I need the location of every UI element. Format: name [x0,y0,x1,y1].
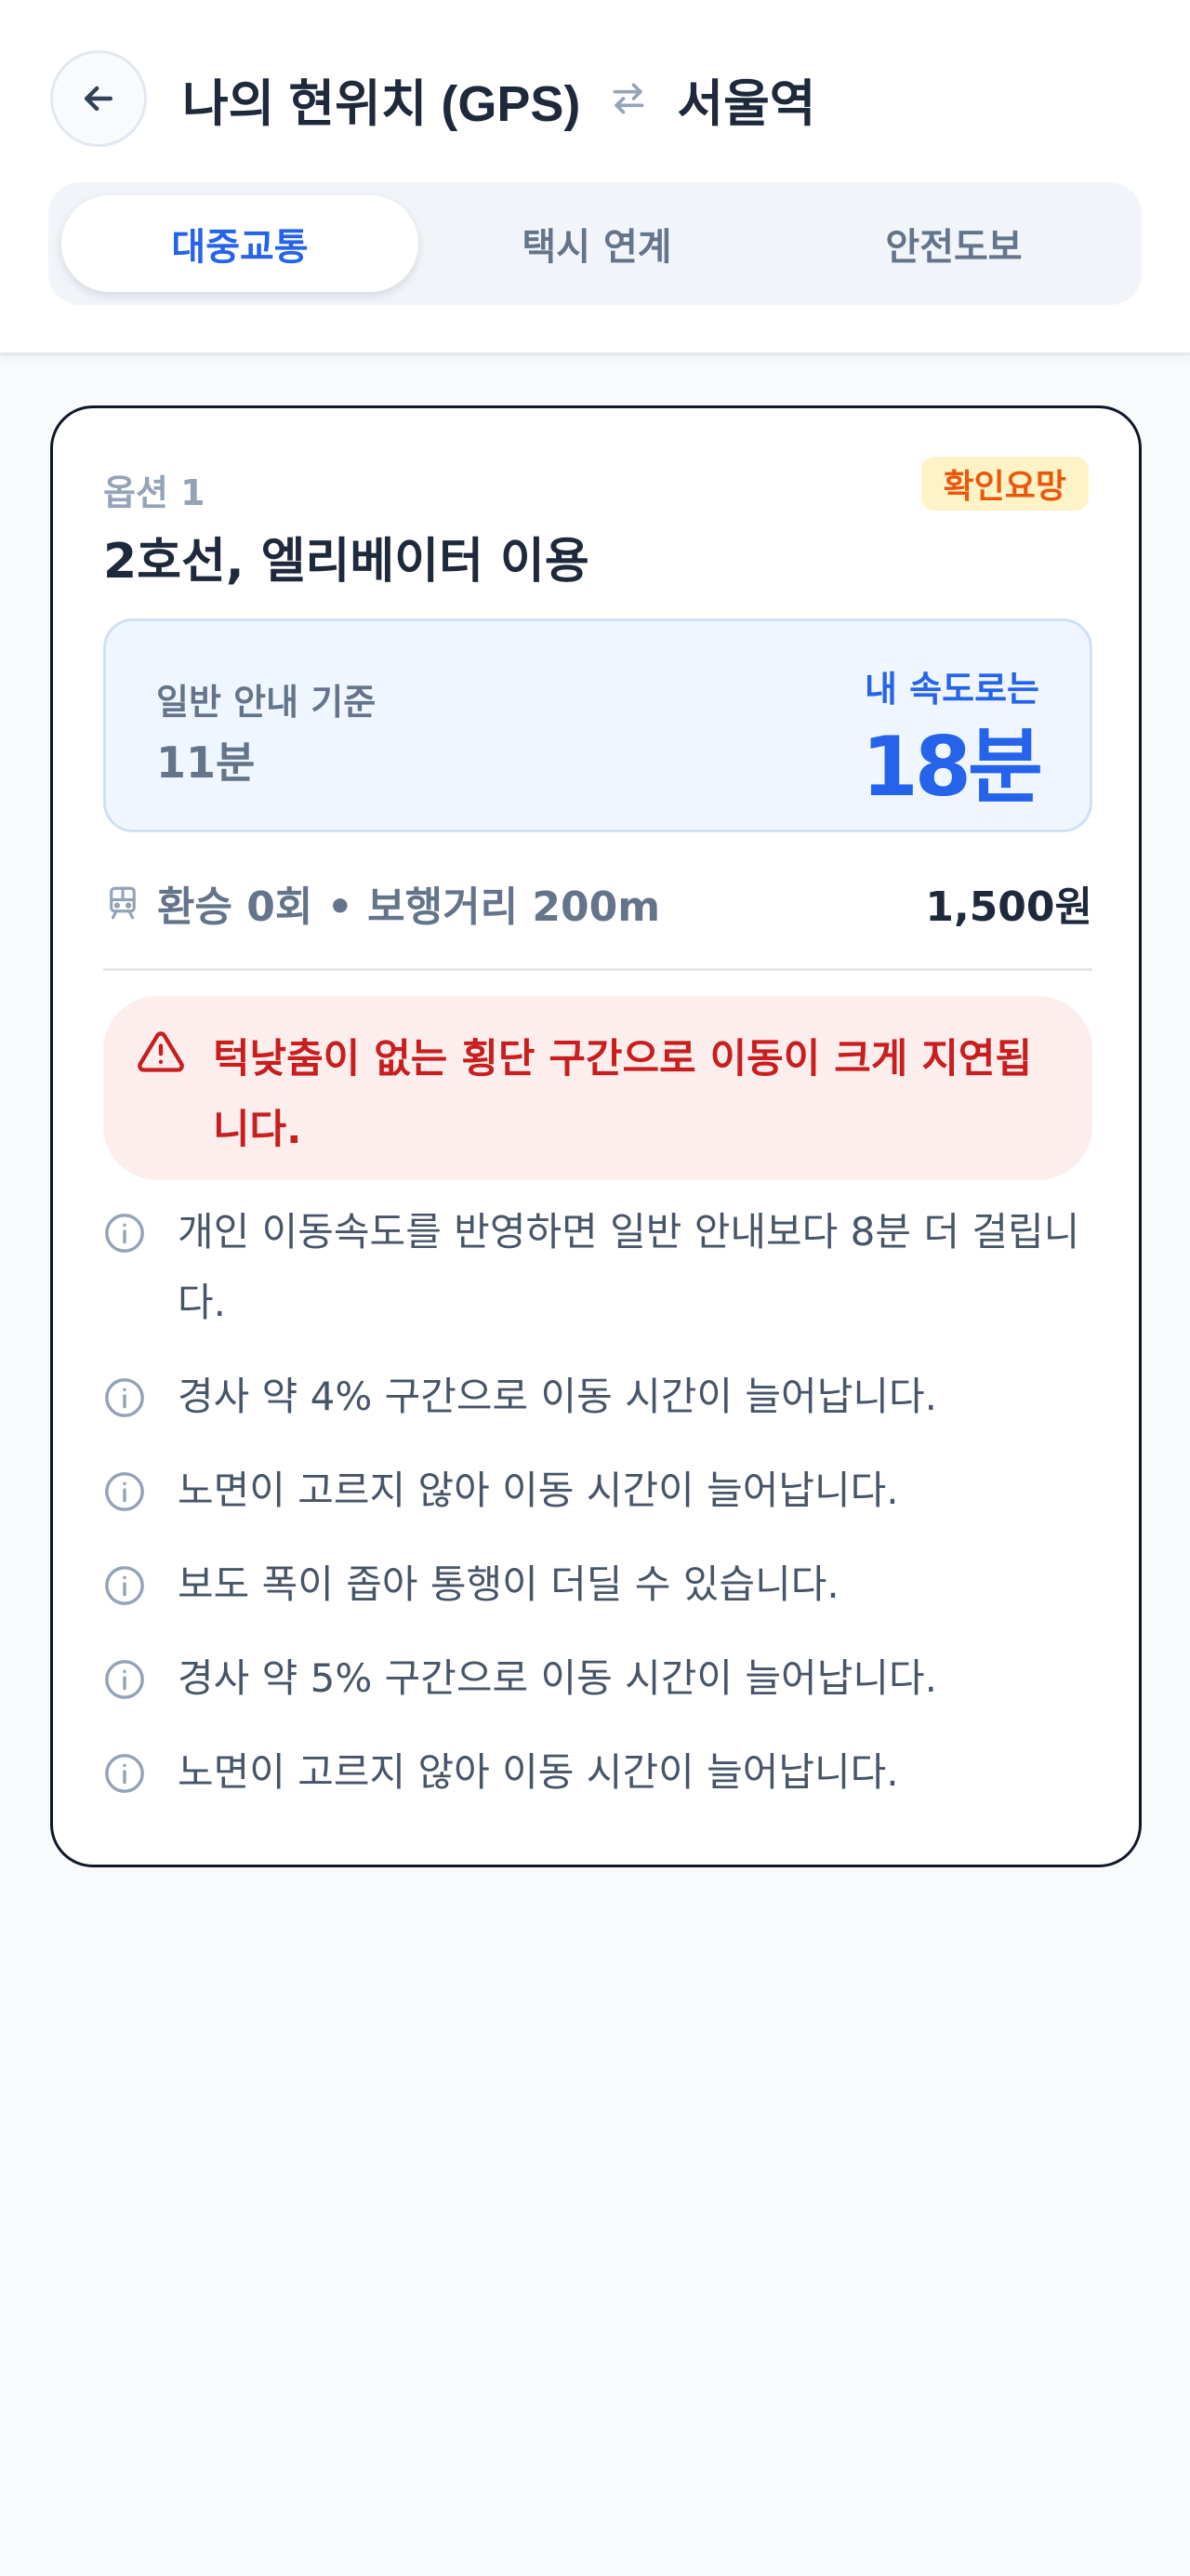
time-comparison: 일반 안내 기준 11분 내 속도로는 18분 [103,618,1092,832]
destination-label: 서울역 [677,75,816,132]
warning-alert: 턱낮춤이 없는 횡단 구간으로 이동이 크게 지연됩니다. [103,996,1092,1180]
route-notes: 개인 이동속도를 반영하면 일반 안내보다 8분 더 걸립니다. 경사 약 4%… [103,1197,1092,1831]
info-circle-icon [105,1214,144,1253]
note-item: 노면이 고르지 않아 이동 시간이 늘어납니다. [103,1737,1092,1808]
note-text: 경사 약 5% 구간으로 이동 시간이 늘어납니다. [178,1655,937,1701]
info-circle-icon [105,1378,144,1417]
arrow-left-icon [84,86,113,112]
mode-tabs: 대중교통 택시 연계 안전도보 [48,182,1142,305]
info-circle-icon [105,1472,144,1511]
tab-safe-walk[interactable]: 안전도보 [775,195,1132,292]
normal-time: 11분 [156,737,256,788]
option-label: 옵션 1 [103,472,205,513]
info-circle-icon [105,1660,144,1699]
route-meta: 환승 0회 • 보행거리 200m 1,500원 [103,873,1092,933]
divider [103,968,1092,971]
note-item: 노면이 고르지 않아 이동 시간이 늘어납니다. [103,1455,1092,1526]
info-circle-icon [105,1566,144,1605]
warning-text: 턱낮춤이 없는 횡단 구간으로 이동이 크게 지연됩니다. [213,1036,1033,1153]
tab-public-transit[interactable]: 대중교통 [61,195,418,292]
note-text: 개인 이동속도를 반영하면 일반 안내보다 8분 더 걸립니다. [178,1209,1080,1325]
train-icon [110,886,136,920]
my-speed-time: 18분 [861,719,1043,815]
normal-time-label: 일반 안내 기준 [156,682,377,723]
note-text: 보도 폭이 좁아 통행이 더딜 수 있습니다. [178,1561,840,1607]
note-text: 노면이 고르지 않아 이동 시간이 늘어납니다. [178,1467,899,1513]
route-header: 나의 현위치 (GPS) 서울역 [182,63,815,134]
note-item: 경사 약 4% 구간으로 이동 시간이 늘어납니다. [103,1361,1092,1432]
note-item: 개인 이동속도를 반영하면 일반 안내보다 8분 더 걸립니다. [103,1197,1092,1338]
route-option-card[interactable]: 옵션 1 확인요망 2호선, 엘리베이터 이용 일반 안내 기준 11분 내 속… [50,405,1142,1867]
header: 나의 현위치 (GPS) 서울역 대중교통 택시 연계 안전도보 [0,0,1190,355]
back-button[interactable] [50,50,147,147]
origin-label: 나의 현위치 (GPS) [182,75,581,132]
note-text: 노면이 고르지 않아 이동 시간이 늘어납니다. [178,1749,899,1795]
tab-taxi-link[interactable]: 택시 연계 [418,195,775,292]
fare: 1,500원 [925,883,1092,931]
note-item: 보도 폭이 좁아 통행이 더딜 수 있습니다. [103,1549,1092,1620]
warning-triangle-icon [138,1031,184,1072]
note-text: 경사 약 4% 구간으로 이동 시간이 늘어납니다. [178,1374,937,1419]
transfer-walk-info: 환승 0회 • 보행거리 200m [157,883,661,931]
swap-arrows-icon[interactable] [608,78,649,119]
status-badge: 확인요망 [920,457,1089,511]
route-title: 2호선, 엘리베이터 이용 [103,534,589,590]
info-circle-icon [105,1754,144,1793]
note-item: 경사 약 5% 구간으로 이동 시간이 늘어납니다. [103,1643,1092,1714]
